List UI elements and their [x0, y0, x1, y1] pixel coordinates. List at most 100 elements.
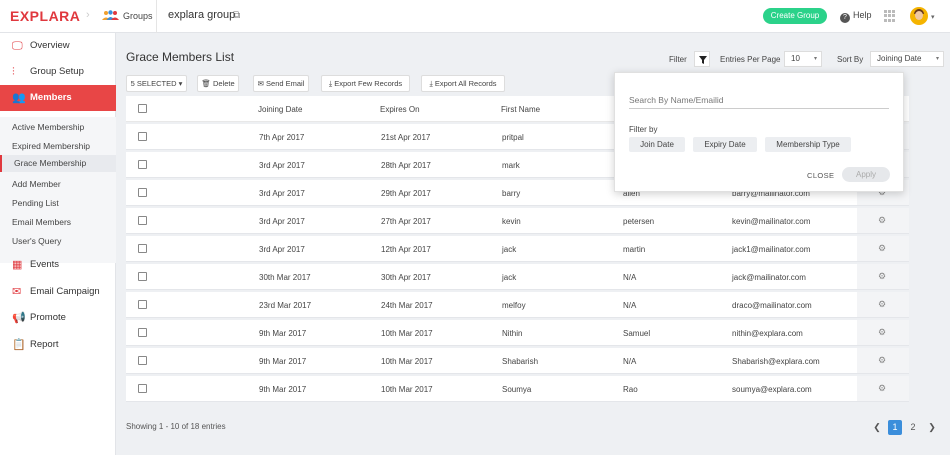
- subnav-active-membership[interactable]: Active Membership: [12, 122, 84, 132]
- megaphone-icon: 📢: [12, 312, 26, 324]
- entries-per-page-label: Entries Per Page: [720, 55, 781, 64]
- row-checkbox[interactable]: [138, 188, 147, 197]
- filter-join-date-chip[interactable]: Join Date: [629, 137, 685, 152]
- export-all-records-button[interactable]: ⤓ Export All Records: [421, 75, 505, 92]
- cell-expires-on: 21st Apr 2017: [381, 133, 431, 142]
- cell-first-name: melfoy: [502, 301, 526, 310]
- column-header-joining-date[interactable]: Joining Date: [258, 105, 302, 114]
- apply-filter-button[interactable]: Apply: [842, 167, 890, 182]
- filter-button[interactable]: [694, 51, 710, 67]
- mail-icon: ✉: [257, 79, 264, 88]
- row-checkbox[interactable]: [138, 384, 147, 393]
- page-title: Grace Members List: [126, 50, 235, 64]
- cell-email: soumya@explara.com: [732, 385, 812, 394]
- sidebar-item-promote[interactable]: 📢 Promote: [0, 305, 116, 331]
- entries-per-page-select[interactable]: 10 ▾: [784, 51, 822, 67]
- cell-joining-date: 3rd Apr 2017: [259, 245, 305, 254]
- subnav-add-member[interactable]: Add Member: [12, 179, 61, 189]
- cell-last-name: N/A: [623, 301, 637, 310]
- cell-joining-date: 3rd Apr 2017: [259, 189, 305, 198]
- cell-last-name: martin: [623, 245, 646, 254]
- delete-button[interactable]: 🗑 Delete: [197, 75, 239, 92]
- sidebar-item-label: Report: [30, 339, 59, 350]
- apps-grid-icon[interactable]: [884, 10, 896, 22]
- next-page-icon[interactable]: ❯: [925, 420, 939, 435]
- external-link-icon[interactable]: ⧉: [233, 10, 240, 21]
- cell-first-name: jack: [502, 245, 517, 254]
- sidebar-item-email-campaign[interactable]: ✉ Email Campaign: [0, 279, 116, 305]
- cell-last-name: Samuel: [623, 329, 651, 338]
- cell-expires-on: 10th Mar 2017: [381, 329, 433, 338]
- sidebar-item-events[interactable]: ▦ Events: [0, 252, 116, 278]
- subnav-pending-list[interactable]: Pending List: [12, 198, 59, 208]
- cell-first-name: barry: [502, 189, 521, 198]
- avatar-caret-icon[interactable]: ▾: [931, 13, 935, 21]
- sidebar-item-group-setup[interactable]: ⫶ Group Setup: [0, 59, 116, 85]
- gear-icon[interactable]: ⚙: [878, 243, 886, 254]
- column-header-first-name[interactable]: First Name: [501, 105, 540, 114]
- chevron-down-icon: ▾: [813, 56, 817, 62]
- divider: [156, 0, 157, 33]
- subnav-email-members[interactable]: Email Members: [12, 217, 71, 227]
- sidebar-item-label: Overview: [30, 40, 70, 51]
- search-name-email-input[interactable]: [629, 91, 889, 109]
- row-checkbox[interactable]: [138, 272, 147, 281]
- group-name: explara group: [168, 9, 236, 21]
- gear-icon[interactable]: ⚙: [878, 271, 886, 282]
- cell-joining-date: 9th Mar 2017: [259, 357, 307, 366]
- send-email-button[interactable]: ✉ Send Email: [253, 75, 309, 92]
- row-checkbox[interactable]: [138, 160, 147, 169]
- close-filter-link[interactable]: CLOSE: [807, 171, 834, 180]
- explara-logo[interactable]: EXPLARA: [10, 8, 80, 24]
- export-few-records-button[interactable]: ⤓ Export Few Records: [321, 75, 410, 92]
- row-checkbox[interactable]: [138, 132, 147, 141]
- page-1-button[interactable]: 1: [888, 420, 902, 435]
- avatar[interactable]: [910, 7, 928, 25]
- sort-by-select[interactable]: Joining Date ▾: [870, 51, 944, 67]
- table-row: 9th Mar 2017 10th Mar 2017 Soumya Rao soumya…: [126, 376, 909, 402]
- sidebar-item-overview[interactable]: 🖵 Overview: [0, 33, 116, 59]
- gear-icon[interactable]: ⚙: [878, 215, 886, 226]
- users-icon: 👥: [12, 92, 26, 104]
- cell-email: nithin@explara.com: [732, 329, 803, 338]
- showing-entries-text: Showing 1 - 10 of 18 entries: [126, 422, 226, 431]
- row-checkbox[interactable]: [138, 328, 147, 337]
- cell-expires-on: 10th Mar 2017: [381, 357, 433, 366]
- subnav-grace-membership[interactable]: Grace Membership: [0, 155, 116, 172]
- cell-last-name: Rao: [623, 385, 638, 394]
- groups-link[interactable]: Groups: [123, 11, 153, 21]
- row-checkbox[interactable]: [138, 356, 147, 365]
- table-row: 9th Mar 2017 10th Mar 2017 Nithin Samuel nit…: [126, 320, 909, 346]
- cell-email: jack1@mailinator.com: [732, 245, 811, 254]
- send-email-label: Send Email: [266, 79, 305, 88]
- page-2-button[interactable]: 2: [906, 420, 920, 435]
- create-group-button[interactable]: Create Group: [763, 8, 827, 24]
- sidebar-item-report[interactable]: 📋 Report: [0, 332, 116, 358]
- cell-last-name: N/A: [623, 273, 637, 282]
- download-icon: ⤓: [429, 79, 433, 88]
- subnav-expired-membership[interactable]: Expired Membership: [12, 141, 90, 151]
- select-all-checkbox[interactable]: [138, 104, 147, 113]
- row-checkbox[interactable]: [138, 300, 147, 309]
- breadcrumb-chevron-icon: ›: [86, 9, 90, 21]
- row-checkbox[interactable]: [138, 216, 147, 225]
- selected-label: 5 SELECTED: [130, 79, 177, 88]
- filter-expiry-date-chip[interactable]: Expiry Date: [693, 137, 757, 152]
- subnav-users-query[interactable]: User's Query: [12, 236, 61, 246]
- help-link[interactable]: ? Help: [840, 10, 872, 23]
- selected-dropdown-button[interactable]: 5 SELECTED ▾: [126, 75, 187, 92]
- mail-icon: ✉: [12, 286, 22, 298]
- gear-icon[interactable]: ⚙: [878, 299, 886, 310]
- filter-membership-type-chip[interactable]: Membership Type: [765, 137, 851, 152]
- groups-icon: [102, 10, 119, 20]
- export-all-label: Export All Records: [434, 79, 497, 88]
- cell-expires-on: 29th Apr 2017: [381, 189, 431, 198]
- gear-icon[interactable]: ⚙: [878, 383, 886, 394]
- prev-page-icon[interactable]: ❮: [870, 420, 884, 435]
- row-checkbox[interactable]: [138, 244, 147, 253]
- column-header-expires-on[interactable]: Expires On: [380, 105, 420, 114]
- gear-icon[interactable]: ⚙: [878, 355, 886, 366]
- sidebar-item-members[interactable]: 👥 Members: [0, 85, 116, 111]
- gear-icon[interactable]: ⚙: [878, 327, 886, 338]
- export-few-label: Export Few Records: [334, 79, 403, 88]
